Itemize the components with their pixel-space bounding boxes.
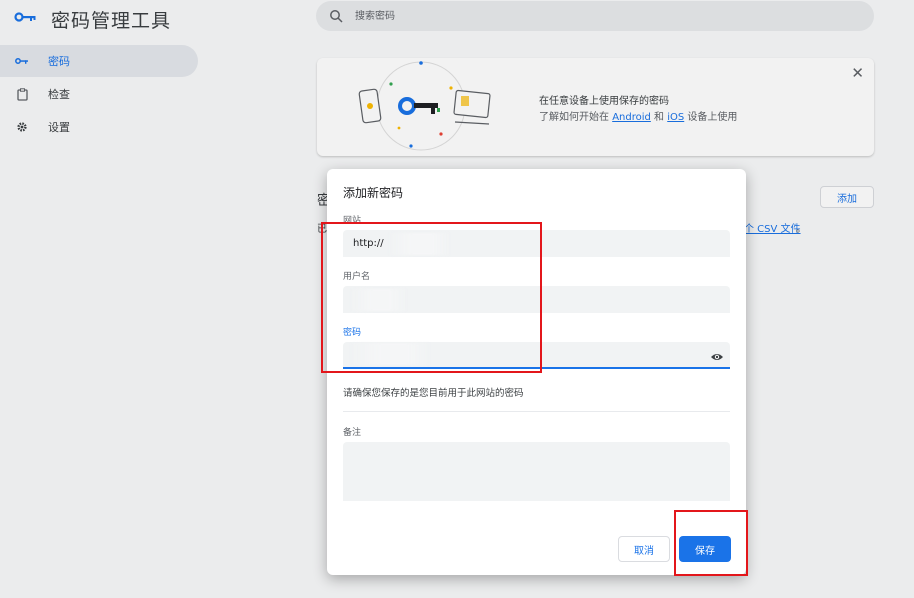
site-label: 网站 <box>343 216 362 226</box>
password-label: 密码 <box>343 328 362 338</box>
password-hint: 请确保您保存的是您目前用于此网站的密码 <box>343 388 524 399</box>
note-label: 备注 <box>343 428 362 438</box>
redacted-site-blur <box>389 233 449 255</box>
save-button[interactable]: 保存 <box>679 536 731 562</box>
cancel-button[interactable]: 取消 <box>618 536 670 562</box>
dialog-title: 添加新密码 <box>343 186 404 200</box>
username-label: 用户名 <box>343 272 371 282</box>
note-textarea[interactable] <box>343 442 730 501</box>
show-password-eye-icon[interactable] <box>710 352 724 362</box>
redacted-password-blur <box>351 343 429 365</box>
divider <box>343 411 730 412</box>
add-password-dialog: 添加新密码 网站 用户名 密码 请确保您保存的是您目前用于此网站的密码 备注 取… <box>327 169 746 575</box>
redacted-username-blur <box>351 289 406 311</box>
